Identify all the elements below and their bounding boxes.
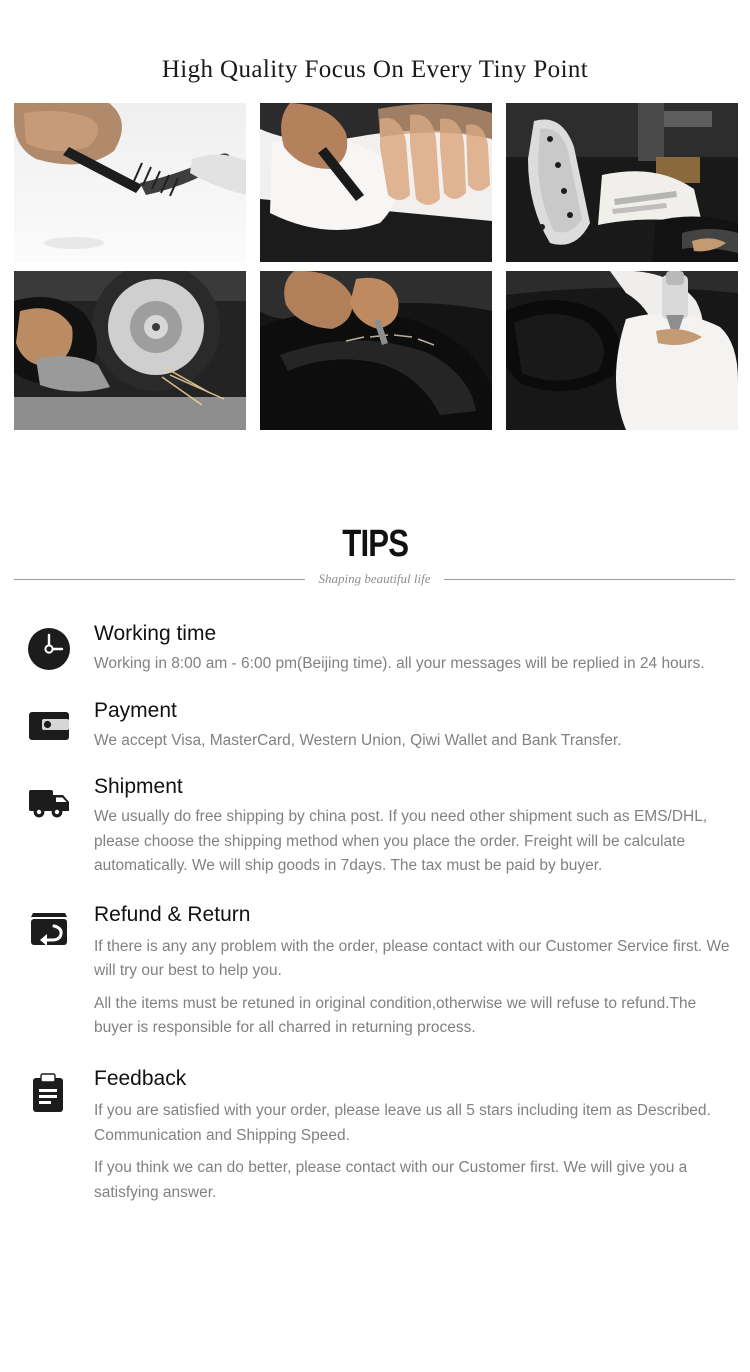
tip-paragraph: If you are satisfied with your order, pl… — [94, 1102, 711, 1144]
photo-row — [14, 103, 750, 262]
tip-title: Payment — [94, 698, 177, 722]
return-box-icon — [26, 907, 72, 953]
photo-hand-drawing-pattern-with-pen — [14, 103, 246, 262]
tip-title: Shipment — [94, 775, 183, 799]
photo-hand-grinding-edge-on-polishing-wheel — [14, 271, 246, 430]
photo-row — [14, 271, 750, 430]
photo-hands-cutting-leather-with-knife — [260, 103, 492, 262]
tip-paragraph: All the items must be retuned in origina… — [94, 994, 697, 1037]
tip-refund-return: Refund & Return If there is any any prob… — [0, 903, 750, 1041]
process-photo-grid — [14, 103, 750, 439]
wallet-icon — [26, 703, 72, 749]
clock-icon — [26, 626, 72, 672]
tip-shipment: Shipment We usually do free shipping by … — [0, 775, 750, 879]
tips-subheading-row: Shaping beautiful life — [14, 571, 735, 587]
tips-section-list: Working time Working in 8:00 am - 6:00 p… — [0, 622, 750, 1223]
tip-paragraph: If there is any any problem with the ord… — [94, 937, 730, 980]
photo-metal-template-on-leather-cutting-machine — [506, 103, 738, 262]
divider-right — [444, 578, 735, 580]
tip-title: Refund & Return — [94, 902, 251, 926]
tip-paragraph: If you think we can do better, please co… — [94, 1159, 688, 1201]
tip-paragraph: Working in 8:00 am - 6:00 pm(Beijing tim… — [94, 655, 705, 673]
promo-page: High Quality Focus On Every Tiny Point T… — [0, 0, 750, 1372]
tip-feedback: Feedback If you are satisfied with your … — [0, 1067, 750, 1205]
truck-icon — [26, 779, 72, 825]
photo-applying-edge-paint-to-leather-piece — [506, 271, 738, 430]
tip-paragraph: We usually do free shipping by china pos… — [94, 808, 708, 875]
tip-working-time: Working time Working in 8:00 am - 6:00 p… — [0, 622, 750, 677]
tips-heading: TIPS — [342, 523, 409, 565]
tip-paragraph: We accept Visa, MasterCard, Western Unio… — [94, 731, 622, 749]
tip-payment: Payment We accept Visa, MasterCard, West… — [0, 699, 750, 754]
photo-hands-stitching-black-leather-bag — [260, 271, 492, 430]
divider-left — [14, 578, 305, 580]
tip-title: Working time — [94, 622, 217, 645]
tip-title: Feedback — [94, 1066, 187, 1090]
tips-subheading: Shaping beautiful life — [318, 571, 431, 586]
clipboard-icon — [26, 1071, 72, 1117]
tips-header: TIPS Shaping beautiful life — [0, 525, 750, 587]
page-title: High Quality Focus On Every Tiny Point — [161, 56, 589, 83]
